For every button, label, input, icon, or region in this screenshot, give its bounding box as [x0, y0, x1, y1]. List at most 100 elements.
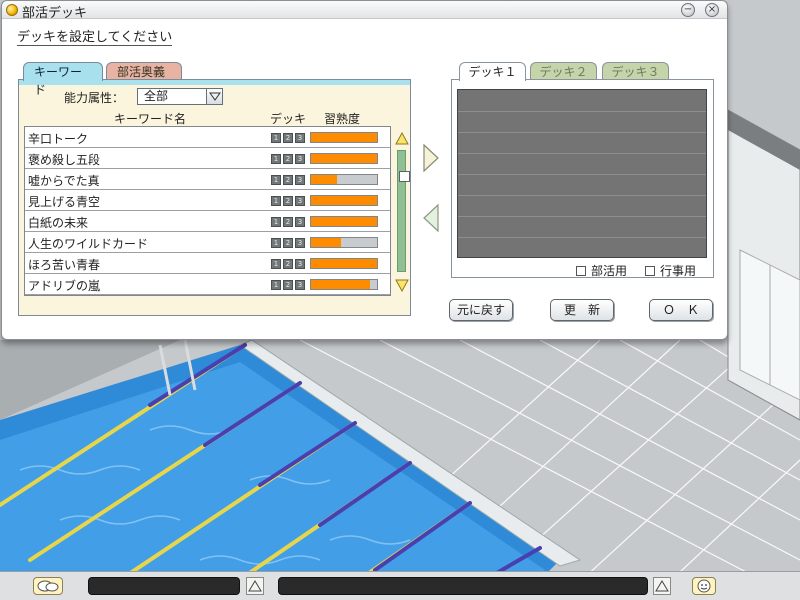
scroll-up-icon[interactable] — [395, 132, 409, 146]
deck-slot-indicator[interactable]: 1 — [271, 196, 281, 206]
deck-slot-indicator[interactable]: 2 — [283, 133, 293, 143]
scroll-track[interactable] — [397, 150, 410, 272]
deck-slot-indicator[interactable]: 2 — [283, 196, 293, 206]
deck-slot-indicator[interactable]: 2 — [283, 259, 293, 269]
keyword-row[interactable]: 見上げる青空 1 2 3 — [25, 190, 390, 211]
tab-deck-1[interactable]: デッキ１ — [459, 62, 526, 81]
deck-slot-indicator[interactable]: 2 — [283, 238, 293, 248]
reset-button[interactable]: 元に戻す — [449, 299, 513, 321]
deck-slot-divider — [458, 237, 706, 238]
app-orb-icon — [6, 4, 18, 16]
chat-message-field[interactable] — [278, 577, 648, 595]
deck-slot-indicator[interactable]: 1 — [271, 175, 281, 185]
event-use-checkbox[interactable]: 行事用 — [645, 262, 696, 279]
scroll-thumb[interactable] — [399, 171, 410, 182]
instruction-text: デッキを設定してください — [17, 30, 173, 46]
proficiency-bar-fill — [311, 175, 337, 184]
deck-slot-indicator[interactable]: 1 — [271, 154, 281, 164]
deck-dialog: 部活デッキ − × デッキを設定してください キーワード 部活奥義 能力属性： … — [1, 0, 728, 340]
proficiency-bar-fill — [311, 154, 377, 163]
deck-slot-indicator[interactable]: 2 — [283, 280, 293, 290]
deck-slot-indicator[interactable]: 1 — [271, 238, 281, 248]
keyword-list: 辛口トーク 1 2 3 褒め殺し五段 1 2 3 嘘からでた真 1 2 3 見上げる青空 1 2 3 白紙の未来… — [24, 126, 391, 296]
keyword-panel: 能力属性： 全部 キーワード名 デッキ 習熟度 辛口トーク 1 2 3 褒め殺し五段 1 2… — [18, 79, 411, 316]
deck-slot-divider — [458, 174, 706, 175]
deck-slot-indicator[interactable]: 3 — [295, 238, 305, 248]
window-title: 部活デッキ — [22, 6, 88, 21]
proficiency-bar-fill — [311, 133, 377, 142]
title-bar[interactable]: 部活デッキ − × — [2, 1, 727, 21]
deck-slot-indicator[interactable]: 2 — [283, 154, 293, 164]
keyword-name: ほろ苦い青春 — [28, 258, 101, 272]
keyword-row[interactable]: 辛口トーク 1 2 3 — [25, 127, 390, 148]
attribute-filter-value: 全部 — [144, 89, 169, 103]
column-header-name: キーワード名 — [114, 112, 187, 126]
deck-slot-indicator[interactable]: 1 — [271, 259, 281, 269]
tab-keyword[interactable]: キーワード — [23, 62, 103, 97]
attribute-filter-select[interactable]: 全部 — [137, 88, 223, 105]
keyword-row[interactable]: 人生のワイルドカード 1 2 3 — [25, 232, 390, 253]
keyword-row[interactable]: アドリブの嵐 1 2 3 — [25, 274, 390, 295]
deck-slot-divider — [458, 111, 706, 112]
keyword-row[interactable]: 褒め殺し五段 1 2 3 — [25, 148, 390, 169]
keyword-name: 白紙の未来 — [28, 216, 89, 230]
update-button[interactable]: 更 新 — [550, 299, 614, 321]
proficiency-bar — [310, 174, 378, 185]
chat-message-up-icon[interactable] — [653, 577, 671, 595]
deck-slot-divider — [458, 216, 706, 217]
proficiency-bar-fill — [311, 238, 341, 247]
ok-button[interactable]: Ｏ Ｋ — [649, 299, 713, 321]
chat-icon[interactable] — [33, 577, 63, 595]
proficiency-bar-fill — [311, 217, 377, 226]
keyword-name: アドリブの嵐 — [28, 279, 101, 293]
deck-slot-indicator[interactable]: 3 — [295, 133, 305, 143]
deck-slot-grid[interactable] — [457, 89, 707, 258]
deck-slot-indicator[interactable]: 3 — [295, 154, 305, 164]
minimize-button[interactable]: − — [681, 3, 695, 17]
column-header-deck: デッキ — [270, 112, 307, 126]
keyword-row[interactable]: 嘘からでた真 1 2 3 — [25, 169, 390, 190]
remove-from-deck-arrow-icon[interactable] — [422, 203, 440, 233]
deck-slot-divider — [458, 153, 706, 154]
keyword-scrollbar[interactable] — [395, 132, 410, 294]
proficiency-bar-fill — [311, 280, 370, 289]
column-header-proficiency: 習熟度 — [324, 112, 361, 126]
add-to-deck-arrow-icon[interactable] — [422, 143, 440, 173]
proficiency-bar — [310, 216, 378, 227]
chat-name-field[interactable] — [88, 577, 240, 595]
deck-slot-divider — [458, 195, 706, 196]
deck-slot-indicator[interactable]: 3 — [295, 196, 305, 206]
club-use-checkbox[interactable]: 部活用 — [576, 262, 627, 279]
proficiency-bar-fill — [311, 259, 377, 268]
keyword-name: 嘘からでた真 — [28, 174, 100, 188]
proficiency-bar — [310, 132, 378, 143]
deck-slot-indicator[interactable]: 2 — [283, 217, 293, 227]
emote-icon[interactable] — [692, 577, 716, 595]
deck-slot-indicator[interactable]: 1 — [271, 133, 281, 143]
bottom-chat-bar — [0, 571, 800, 600]
keyword-row[interactable]: ほろ苦い青春 1 2 3 — [25, 253, 390, 274]
proficiency-bar — [310, 258, 378, 269]
keyword-name: 褒め殺し五段 — [28, 153, 101, 167]
deck-slot-indicator[interactable]: 2 — [283, 175, 293, 185]
keyword-name: 人生のワイルドカード — [28, 237, 149, 251]
chat-name-up-icon[interactable] — [246, 577, 264, 595]
deck-slot-divider — [458, 132, 706, 133]
deck-slot-indicator[interactable]: 3 — [295, 217, 305, 227]
scroll-down-icon[interactable] — [395, 278, 409, 292]
proficiency-bar — [310, 279, 378, 290]
keyword-name: 辛口トーク — [28, 132, 89, 146]
chevron-down-icon[interactable] — [206, 89, 222, 104]
deck-panel: 部活用 行事用 — [451, 79, 714, 278]
deck-slot-indicator[interactable]: 3 — [295, 280, 305, 290]
deck-slot-indicator[interactable]: 3 — [295, 175, 305, 185]
proficiency-bar — [310, 153, 378, 164]
keyword-name: 見上げる青空 — [28, 195, 101, 209]
keyword-row[interactable]: 白紙の未来 1 2 3 — [25, 211, 390, 232]
proficiency-bar — [310, 237, 378, 248]
deck-slot-indicator[interactable]: 1 — [271, 217, 281, 227]
proficiency-bar-fill — [311, 196, 377, 205]
close-button[interactable]: × — [705, 3, 719, 17]
deck-slot-indicator[interactable]: 3 — [295, 259, 305, 269]
deck-slot-indicator[interactable]: 1 — [271, 280, 281, 290]
